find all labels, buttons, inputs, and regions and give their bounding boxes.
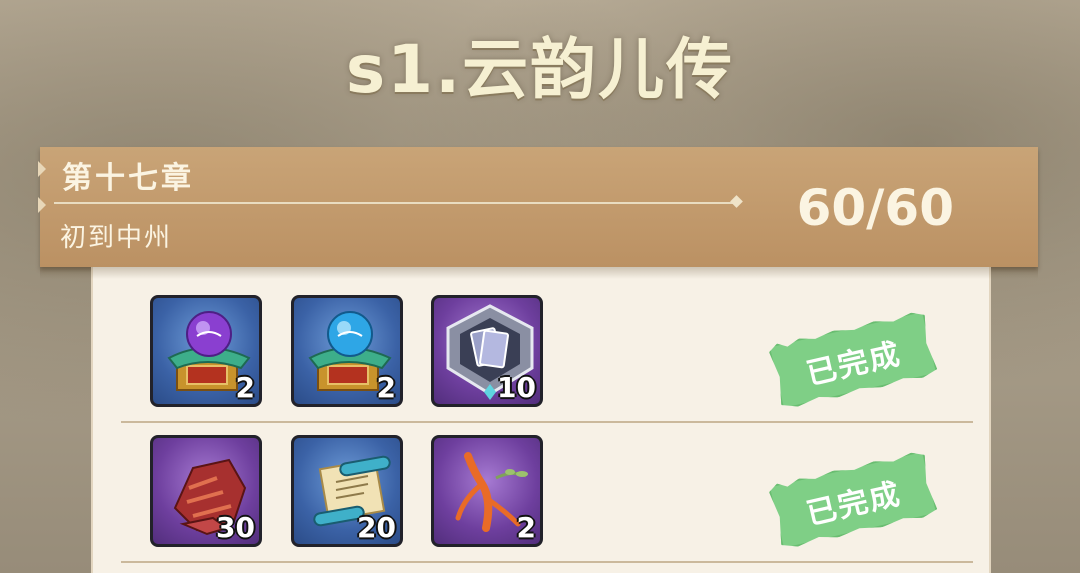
reward-panel: 2 2 10 已完成 30 20 2 已完成 <box>91 267 991 573</box>
item-quantity: 20 <box>357 511 396 544</box>
reward-item-red-ore-chunk[interactable]: 30 <box>150 435 262 547</box>
page-title: s1.云韵儿传 <box>345 31 735 108</box>
item-quantity: 2 <box>516 511 536 544</box>
chapter-name: 初到中州 <box>60 223 173 253</box>
chapter-divider <box>54 202 734 204</box>
notch-decoration <box>38 197 46 213</box>
chapter-number: 第十七章 <box>62 161 194 196</box>
notch-decoration <box>38 161 46 177</box>
row-divider <box>121 561 973 563</box>
item-quantity: 10 <box>497 371 536 404</box>
reward-row: 30 20 2 已完成 <box>93 427 989 567</box>
item-quantity: 2 <box>235 371 255 404</box>
reward-item-scroll[interactable]: 20 <box>291 435 403 547</box>
chapter-progress: 60/60 <box>796 179 954 237</box>
item-quantity: 2 <box>376 371 396 404</box>
divider-diamond-icon <box>730 195 743 208</box>
reward-item-silver-card-emblem[interactable]: 10 <box>431 295 543 407</box>
item-quantity: 30 <box>216 511 255 544</box>
reward-item-purple-orb-chest[interactable]: 2 <box>150 295 262 407</box>
completed-stamp: 已完成 <box>768 310 939 410</box>
completed-stamp: 已完成 <box>768 450 939 550</box>
reward-item-ginseng-root[interactable]: 2 <box>431 435 543 547</box>
reward-item-blue-orb-chest[interactable]: 2 <box>291 295 403 407</box>
chapter-header[interactable]: 第十七章 初到中州 60/60 <box>38 147 1038 267</box>
reward-row: 2 2 10 已完成 <box>93 289 989 429</box>
row-divider <box>121 421 973 423</box>
header-shadow <box>40 267 1038 279</box>
